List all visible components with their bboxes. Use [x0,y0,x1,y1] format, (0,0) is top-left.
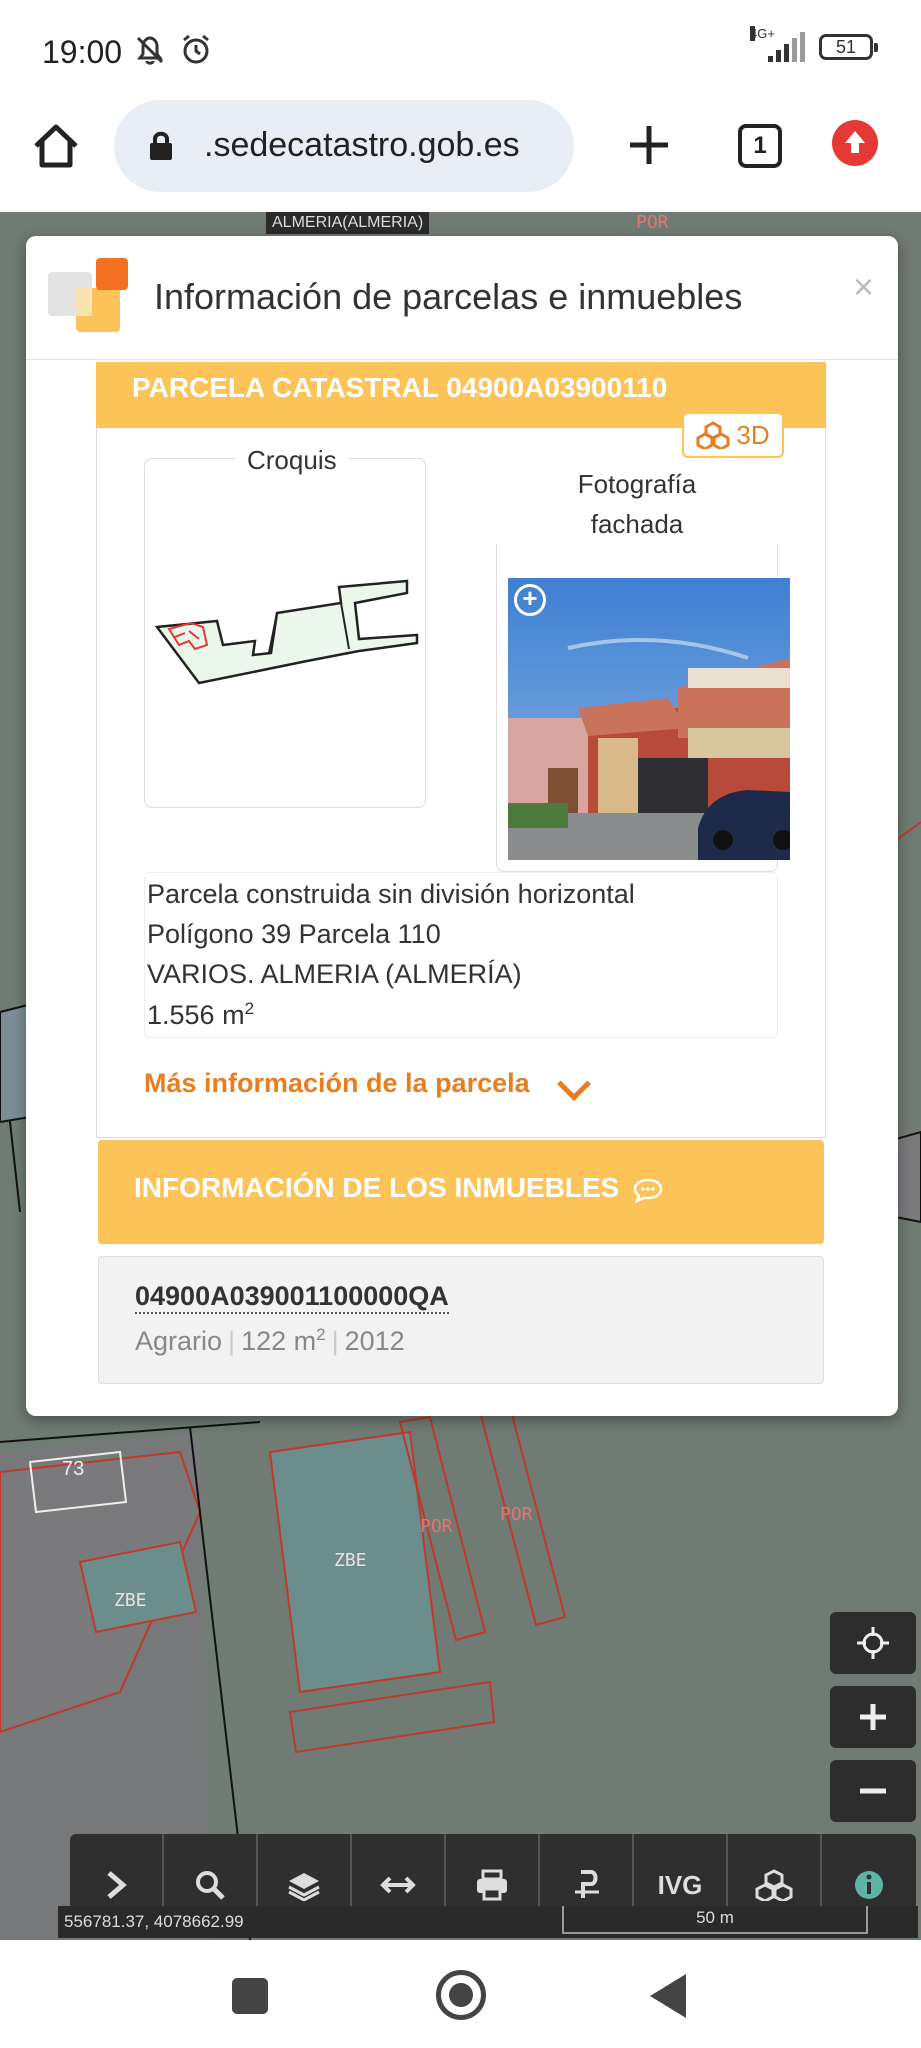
cubes-icon [755,1869,793,1901]
more-parcel-info-link[interactable]: Más información de la parcela [144,1068,530,1099]
address-bar[interactable]: .sedecatastro.gob.es [114,100,574,192]
info-icon [855,1871,883,1899]
parcel-details: Parcela construida sin división horizont… [144,872,778,1038]
zoom-in-button[interactable] [830,1686,916,1748]
measure-arrows-icon [380,1876,416,1894]
signal-icon: 4G+ [750,26,805,62]
coordinates-readout: 556781.37, 4078662.99 [64,1912,244,1931]
plus-icon [860,1704,886,1730]
catastro-logo [48,258,128,338]
facade-image [508,578,790,860]
scale-label: 50 m [696,1908,734,1927]
property-reference-link[interactable]: 04900A039001100000QA [135,1281,449,1314]
property-area-sup: 2 [316,1325,326,1344]
alarm-icon [183,34,209,64]
separator: | [228,1326,236,1356]
zoom-out-button[interactable] [830,1760,916,1822]
parcel-info-dialog: Información de parcelas e inmuebles × PA… [26,236,898,1416]
map-label-por: POR [636,212,669,233]
url-text: .sedecatastro.gob.es [204,126,520,164]
status-icons [132,32,214,68]
cubes-icon [696,421,730,449]
update-icon[interactable] [832,120,878,166]
system-nav-bar [0,1940,921,2048]
map-label-por: POR [500,1504,533,1525]
close-button[interactable]: × [853,266,874,308]
map-location-label: ALMERIA(ALMERIA) [266,212,430,234]
croquis-panel: Croquis [144,445,426,808]
photo-label-line: Fotografía [577,469,697,499]
property-list-item[interactable]: 04900A039001100000QA Agrario | 122 m2 | 2012 [98,1256,824,1384]
parcel-area-unit-sup: 2 [244,999,255,1018]
new-tab-icon[interactable] [624,120,674,170]
property-area: 122 m [241,1326,317,1356]
battery-icon: 51 [819,34,878,60]
parcel-polygon: Polígono 39 Parcela 110 [147,919,441,949]
parcel-type: Parcela construida sin división horizont… [147,879,635,909]
parcel-location: VARIOS. ALMERIA (ALMERÍA) [147,959,522,989]
crosshair-icon [857,1627,889,1659]
map-label-zbe: ZBE [114,1590,147,1611]
dialog-title: Información de parcelas e inmuebles [154,276,743,317]
layers-icon [288,1873,320,1901]
croquis-label: Croquis [235,445,349,476]
scale-bar: 50 m [562,1906,868,1934]
tab-switcher-button[interactable]: 1 [738,124,782,168]
minus-icon [860,1788,886,1794]
lock-icon [150,131,172,160]
zoom-photo-icon[interactable]: + [514,584,546,616]
3d-button[interactable]: 3D [682,412,784,458]
arrow-up-icon [845,131,865,153]
coordinates-bar: 556781.37, 4078662.99 50 m [58,1906,918,1938]
status-right: 4G+ 51 [750,26,878,62]
status-time: 19:00 [42,34,123,70]
dialog-header: Información de parcelas e inmuebles × [26,236,898,360]
network-label: 4G+ [750,26,775,41]
parcel-sketch [155,579,419,685]
browser-toolbar: .sedecatastro.gob.es 1 [0,100,921,212]
search-icon [196,1871,225,1900]
parcel-area-value: 1.556 m [147,1000,245,1030]
comment-icon [633,1178,663,1203]
locate-button[interactable] [830,1612,916,1674]
home-nav-button[interactable] [436,1970,486,2020]
separator: | [331,1326,339,1356]
parcel-reference-title: PARCELA CATASTRAL 04900A03900110 [132,372,668,403]
recents-button[interactable] [232,1978,268,2014]
map-label-zbe: ZBE [334,1550,367,1571]
parcel-area: 1.556 m2 [147,999,254,1031]
properties-header-title: INFORMACIÓN DE LOS INMUEBLES [134,1172,663,1204]
property-meta: Agrario | 122 m2 | 2012 [135,1325,405,1357]
photo-label-line: fachada [590,509,684,539]
facade-photo[interactable]: + [508,578,790,860]
map-label-lot: 73 [62,1458,85,1480]
property-use: Agrario [135,1326,223,1356]
pegman-icon [575,1870,599,1898]
property-year: 2012 [344,1326,405,1356]
properties-header: INFORMACIÓN DE LOS INMUEBLES [98,1140,824,1244]
status-bar: 19:00 4G+ 51 [0,0,921,100]
print-icon [477,1869,507,1901]
properties-header-label: INFORMACIÓN DE LOS INMUEBLES [134,1172,620,1203]
back-button[interactable] [650,1974,686,2018]
photo-label: Fotografía fachada [460,464,814,544]
3d-label: 3D [736,419,770,450]
chevron-right-icon [107,1871,127,1899]
home-icon[interactable] [28,118,84,174]
silent-bell-icon [136,36,164,65]
map-label-por: POR [420,1516,453,1537]
